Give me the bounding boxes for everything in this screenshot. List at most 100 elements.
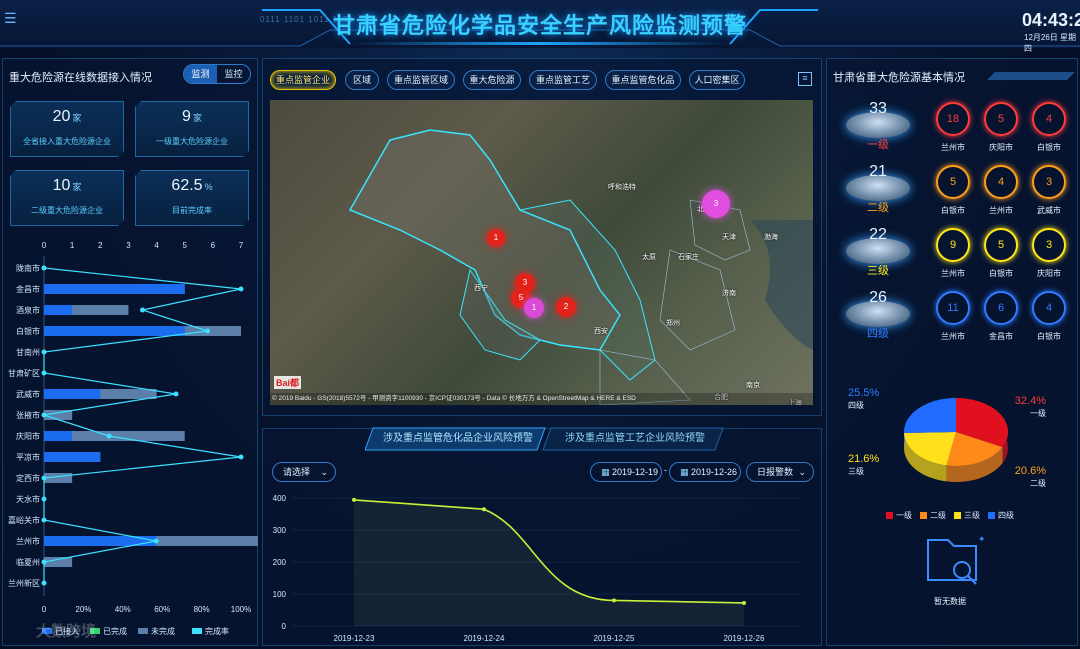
monitor-toggle: 监测 监控 xyxy=(183,64,251,84)
map-city-label: 天津 xyxy=(722,234,736,241)
toggle-surveillance-button[interactable]: 监控 xyxy=(217,65,250,83)
city-name: 兰州市 xyxy=(941,269,965,278)
date-separator: - xyxy=(664,465,667,475)
city-count-ring: 3 xyxy=(1032,228,1066,262)
tab-major-hazard[interactable]: 重大危险源 xyxy=(463,70,521,90)
tab-key-process[interactable]: 重点监管工艺 xyxy=(529,70,597,90)
stat-unit: % xyxy=(204,182,213,192)
legend-item: 四级 xyxy=(988,510,1014,521)
x-tick-top: 4 xyxy=(154,241,159,250)
x-tick: 2019-12-26 xyxy=(724,634,765,643)
x-tick-bottom: 100% xyxy=(231,605,251,614)
stat-label: 二级重大危险源企业 xyxy=(31,206,103,215)
x-tick-bottom: 20% xyxy=(75,605,91,614)
map-cluster-pin[interactable]: 1 xyxy=(524,298,544,318)
watermark: 大数跨境 xyxy=(36,623,97,640)
rate-point xyxy=(173,391,179,397)
map-view[interactable]: 呼和浩特北京天津石家庄太原西宁济南郑州西安南京合肥上海渤海 135123 Bai… xyxy=(270,100,813,405)
y-tick: 0 xyxy=(282,622,287,631)
city-count-ring: 5 xyxy=(984,102,1018,136)
x-tick-bottom: 80% xyxy=(194,605,210,614)
line-point xyxy=(612,598,616,603)
map-city-label: 南京 xyxy=(746,382,760,389)
stat-card-rate: 62.5% 目前完成率 xyxy=(135,170,249,226)
legend-label: 已完成 xyxy=(103,626,127,636)
tab-process-warning[interactable]: 涉及重点监管工艺企业风险预警 xyxy=(546,427,724,451)
legend-label: 未完成 xyxy=(151,626,175,636)
date-from-value: 2019-12-19 xyxy=(612,467,659,477)
date-to-input[interactable]: ▦ 2019-12-26 xyxy=(669,462,741,482)
y-tick-label: 临夏州 xyxy=(16,557,40,567)
period-select[interactable]: 日报警数 ⌄ xyxy=(746,462,814,482)
city-name: 白银市 xyxy=(941,206,965,215)
city-name: 兰州市 xyxy=(989,206,1013,215)
list-icon[interactable]: ≡ xyxy=(798,72,812,86)
stat-unit: 家 xyxy=(72,182,82,192)
city-name: 庆阳市 xyxy=(989,143,1013,152)
map-cluster-pin[interactable]: 2 xyxy=(556,297,576,317)
chevron-down-icon: ⌄ xyxy=(320,467,328,477)
city-count-ring: 4 xyxy=(1032,102,1066,136)
level-count: 22 xyxy=(869,226,887,243)
y-tick-label: 兰州新区 xyxy=(8,578,40,588)
rate-point xyxy=(41,475,47,481)
y-tick: 200 xyxy=(273,558,287,567)
line-point xyxy=(352,497,356,502)
y-tick-label: 甘南州 xyxy=(16,347,40,357)
map-city-label: 石家庄 xyxy=(678,254,699,261)
legend-label: 四级 xyxy=(998,511,1014,520)
clock-date: 12月26日 星期四 xyxy=(1024,33,1077,53)
map-cluster-pin[interactable]: 3 xyxy=(702,190,730,218)
empty-folder-icon: ✦ xyxy=(927,534,986,585)
map-city-label: 渤海 xyxy=(764,234,778,241)
city-count-ring: 6 xyxy=(984,291,1018,325)
pie-slice xyxy=(904,398,956,434)
tab-dense-population[interactable]: 人口密集区 xyxy=(689,70,745,90)
x-tick-bottom: 40% xyxy=(115,605,131,614)
tab-key-chemical[interactable]: 重点监管危化品 xyxy=(605,70,681,90)
tab-chemical-warning[interactable]: 涉及重点监管危化品企业风险预警 xyxy=(368,427,548,451)
map-cluster-pin[interactable]: 1 xyxy=(487,229,505,247)
warning-line-chart: 0 100 200 300 400 2019-12-23 2019-12-24 2019-12… xyxy=(273,494,802,643)
toggle-monitor-button[interactable]: 监测 xyxy=(184,65,217,83)
bar-finished xyxy=(44,284,185,294)
bar-finished xyxy=(44,431,73,441)
level-count: 21 xyxy=(869,163,887,180)
map-city-label: 呼和浩特 xyxy=(608,184,636,191)
bar-finished xyxy=(44,305,73,315)
y-tick: 100 xyxy=(273,590,287,599)
legend-swatch xyxy=(138,628,148,634)
rate-point xyxy=(153,538,159,544)
right-panel-title: 甘肃省重大危险源基本情况 xyxy=(833,72,965,84)
x-tick: 2019-12-24 xyxy=(464,634,505,643)
date-from-input[interactable]: ▦ 2019-12-19 xyxy=(590,462,662,482)
bar-unfinished xyxy=(44,557,73,567)
rate-point xyxy=(41,349,47,355)
x-tick-top: 5 xyxy=(182,241,187,250)
level-name: 三级 xyxy=(867,265,889,277)
period-select-value: 日报警数 xyxy=(757,467,794,477)
x-tick-top: 2 xyxy=(98,241,103,250)
x-tick-top: 6 xyxy=(211,241,216,250)
y-tick-label: 甘肃矿区 xyxy=(8,368,40,378)
stat-label: 一级重大危险源企业 xyxy=(156,137,228,146)
rate-point xyxy=(140,307,145,313)
svg-text:✦: ✦ xyxy=(978,534,986,544)
menu-icon[interactable]: ☰ xyxy=(4,10,17,27)
tab-key-region[interactable]: 重点监管区域 xyxy=(387,70,455,90)
baidu-logo: Bai都 xyxy=(274,376,302,389)
y-tick-label: 嘉峪关市 xyxy=(8,515,40,525)
tab-region[interactable]: 区域 xyxy=(345,70,379,90)
y-tick-label: 陇南市 xyxy=(16,263,40,273)
stat-label: 目前完成率 xyxy=(172,206,212,215)
x-tick: 2019-12-23 xyxy=(334,634,375,643)
stat-card-total: 20 家 全省接入重大危险源企业 xyxy=(10,101,124,157)
empty-state-text: 暂无数据 xyxy=(934,597,966,606)
filter-select[interactable]: 请选择 ⌄ xyxy=(272,462,336,482)
city-count-ring: 4 xyxy=(984,165,1018,199)
tab-key-enterprise[interactable]: 重点监管企业 xyxy=(270,70,336,90)
map-city-label: 郑州 xyxy=(666,320,680,327)
rate-point xyxy=(205,328,211,334)
pie-name-label: 三级 xyxy=(848,466,864,476)
city-count-ring: 18 xyxy=(936,102,970,136)
